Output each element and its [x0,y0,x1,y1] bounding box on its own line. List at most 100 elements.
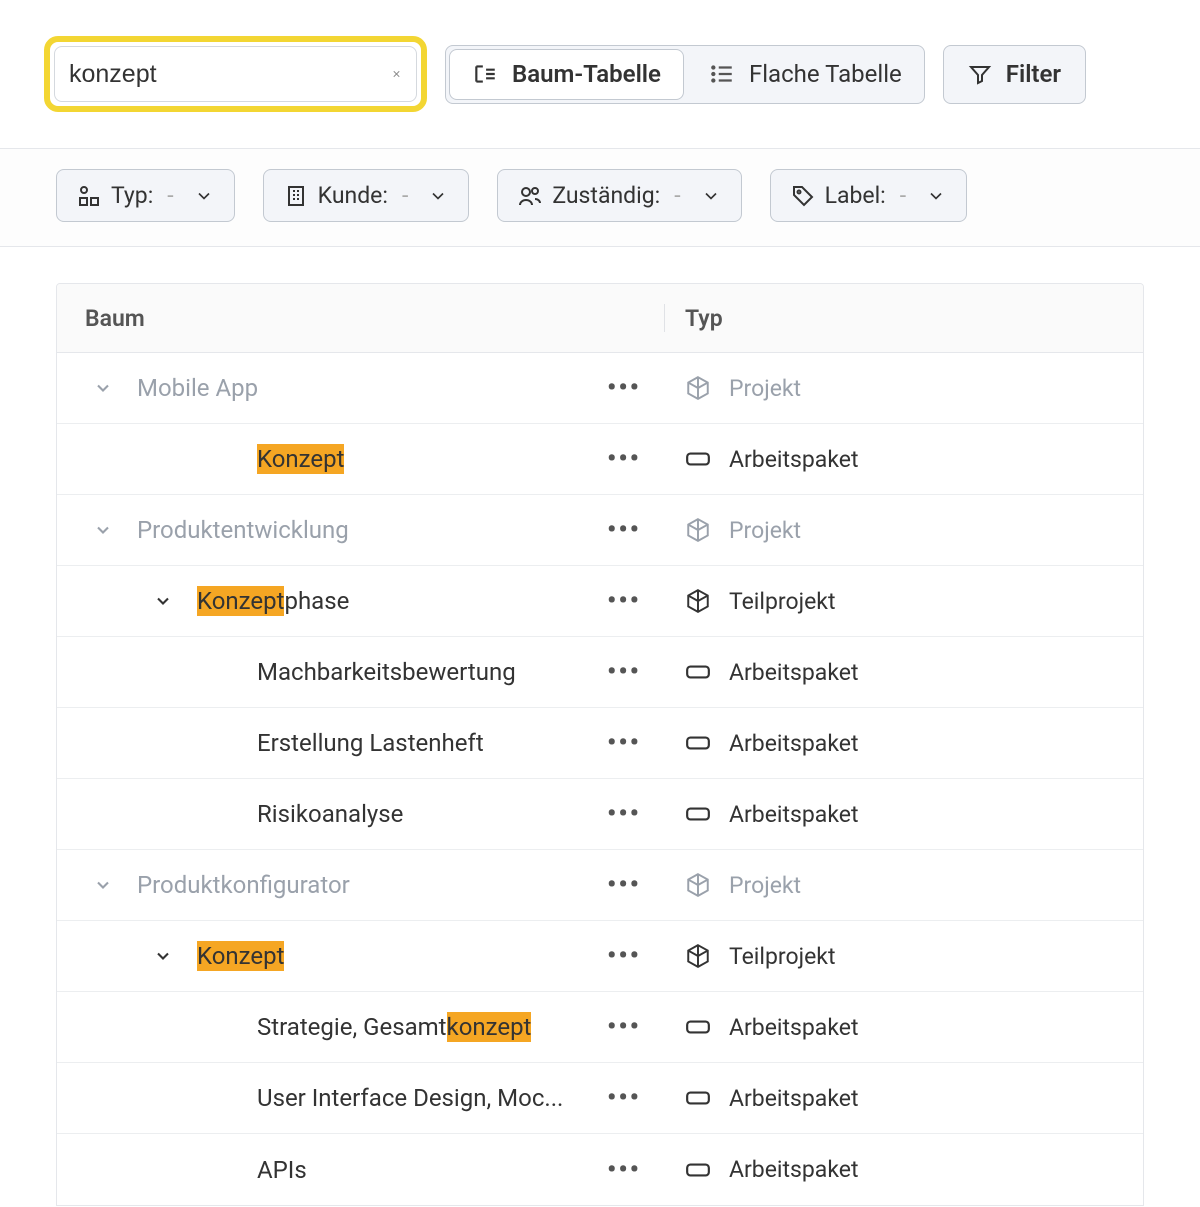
flat-table-label: Flache Tabelle [749,60,902,88]
cube-icon [685,375,711,401]
row-name: Erstellung Lastenheft [257,729,484,757]
workpackage-icon [685,801,711,827]
tree-cell: Produktentwicklung ••• [57,516,665,544]
workpackage-icon [685,1157,711,1183]
row-actions-icon[interactable]: ••• [607,444,641,474]
cube-icon [685,943,711,969]
tree-list-icon [472,61,498,87]
tree-cell: Erstellung Lastenheft ••• [57,729,665,757]
tree-cell: Konzeptphase ••• [57,587,665,615]
table-row[interactable]: Risikoanalyse ••• Arbeitspaket [57,779,1143,850]
table-row[interactable]: Strategie, Gesamtkonzept•••Arbeitspaket [57,992,1143,1063]
table-row[interactable]: Konzeptphase ••• Teilprojekt [57,566,1143,637]
row-name: Risikoanalyse [257,800,403,828]
row-actions-icon[interactable]: ••• [607,586,641,616]
filter-pill-label[interactable]: Label: - [770,169,968,222]
type-cell: Projekt [665,517,1143,544]
table-row[interactable]: APIs ••• Arbeitspaket [57,1134,1143,1205]
filter-pill-type[interactable]: Typ: - [56,169,235,222]
expand-toggle[interactable] [149,591,177,611]
type-cell: Arbeitspaket [665,1014,1143,1041]
type-cell: Projekt [665,872,1143,899]
row-name: APIs [257,1156,307,1184]
workpackage-icon [685,659,711,685]
filter-customer-label: Kunde: [318,182,388,209]
chevron-down-icon [153,591,173,611]
row-actions-icon[interactable]: ••• [607,799,641,829]
row-name: Konzept [257,445,344,473]
column-type-label: Typ [685,305,723,332]
table-row[interactable]: Erstellung Lastenheft ••• Arbeitspaket [57,708,1143,779]
chevron-down-icon [926,186,946,206]
filter-type-label: Typ: [111,182,153,209]
list-icon [709,61,735,87]
table-row[interactable]: Produktkonfigurator•••Projekt [57,850,1143,921]
type-label: Projekt [729,517,801,544]
filter-pill-responsible[interactable]: Zuständig: - [497,169,741,222]
close-icon[interactable] [391,65,402,83]
tree-cell: User Interface Design, Moc... ••• [57,1084,665,1112]
expand-toggle[interactable] [89,378,117,398]
row-name: Mobile App [137,374,258,402]
cube-icon [685,588,711,614]
filter-button[interactable]: Filter [943,45,1086,104]
expand-toggle[interactable] [89,875,117,895]
cube-icon [685,872,711,898]
row-actions-icon[interactable]: ••• [607,1012,641,1042]
filter-pill-row: Typ: - Kunde: - Zuständig: - Label: - [0,148,1200,247]
workpackage-icon [685,446,711,472]
row-name: User Interface Design, Moc... [257,1084,563,1112]
chevron-down-icon [428,186,448,206]
type-label: Arbeitspaket [729,730,858,757]
row-name: Konzeptphase [197,587,349,615]
row-name: Konzept [197,942,284,970]
tree-cell: APIs ••• [57,1156,665,1184]
row-name: Machbarkeitsbewertung [257,658,516,686]
tree-table-toggle[interactable]: Baum-Tabelle [449,49,684,100]
tree-cell: Konzept ••• [57,445,665,473]
row-actions-icon[interactable]: ••• [607,373,641,403]
column-header-type[interactable]: Typ [665,305,1143,332]
workpackage-icon [685,1014,711,1040]
column-divider[interactable] [664,304,665,332]
type-cell: Arbeitspaket [665,1085,1143,1112]
type-label: Teilprojekt [729,588,835,615]
column-header-tree[interactable]: Baum [57,305,665,332]
row-actions-icon[interactable]: ••• [607,1083,641,1113]
row-actions-icon[interactable]: ••• [607,941,641,971]
search-box[interactable] [54,46,417,102]
row-actions-icon[interactable]: ••• [607,1155,641,1185]
type-label: Arbeitspaket [729,1085,858,1112]
workpackage-icon [685,1085,711,1111]
filter-type-value: - [163,182,177,209]
table-row[interactable]: Konzept•••Arbeitspaket [57,424,1143,495]
row-actions-icon[interactable]: ••• [607,515,641,545]
table-row[interactable]: User Interface Design, Moc... ••• Arbeitsp… [57,1063,1143,1134]
table-row[interactable]: Machbarkeitsbewertung•••Arbeitspaket [57,637,1143,708]
row-name: Produktentwicklung [137,516,349,544]
chevron-down-icon [93,875,113,895]
chevron-down-icon [93,378,113,398]
table-row[interactable]: Produktentwicklung ••• Projekt [57,495,1143,566]
chevron-down-icon [701,186,721,206]
type-cell: Projekt [665,375,1143,402]
type-label: Arbeitspaket [729,1014,858,1041]
type-cell: Arbeitspaket [665,1156,1143,1183]
type-label: Arbeitspaket [729,1156,858,1183]
table-row[interactable]: Mobile App ••• Projekt [57,353,1143,424]
tree-table-label: Baum-Tabelle [512,60,661,88]
row-actions-icon[interactable]: ••• [607,657,641,687]
expand-toggle[interactable] [89,520,117,540]
tag-icon [791,184,815,208]
filter-customer-value: - [398,182,412,209]
filter-icon [968,62,992,86]
tree-cell: Risikoanalyse ••• [57,800,665,828]
expand-toggle[interactable] [149,946,177,966]
type-cell: Arbeitspaket [665,801,1143,828]
filter-pill-customer[interactable]: Kunde: - [263,169,470,222]
row-actions-icon[interactable]: ••• [607,728,641,758]
table-row[interactable]: Konzept•••Teilprojekt [57,921,1143,992]
search-input[interactable] [69,60,391,89]
row-actions-icon[interactable]: ••• [607,870,641,900]
flat-table-toggle[interactable]: Flache Tabelle [687,46,924,103]
